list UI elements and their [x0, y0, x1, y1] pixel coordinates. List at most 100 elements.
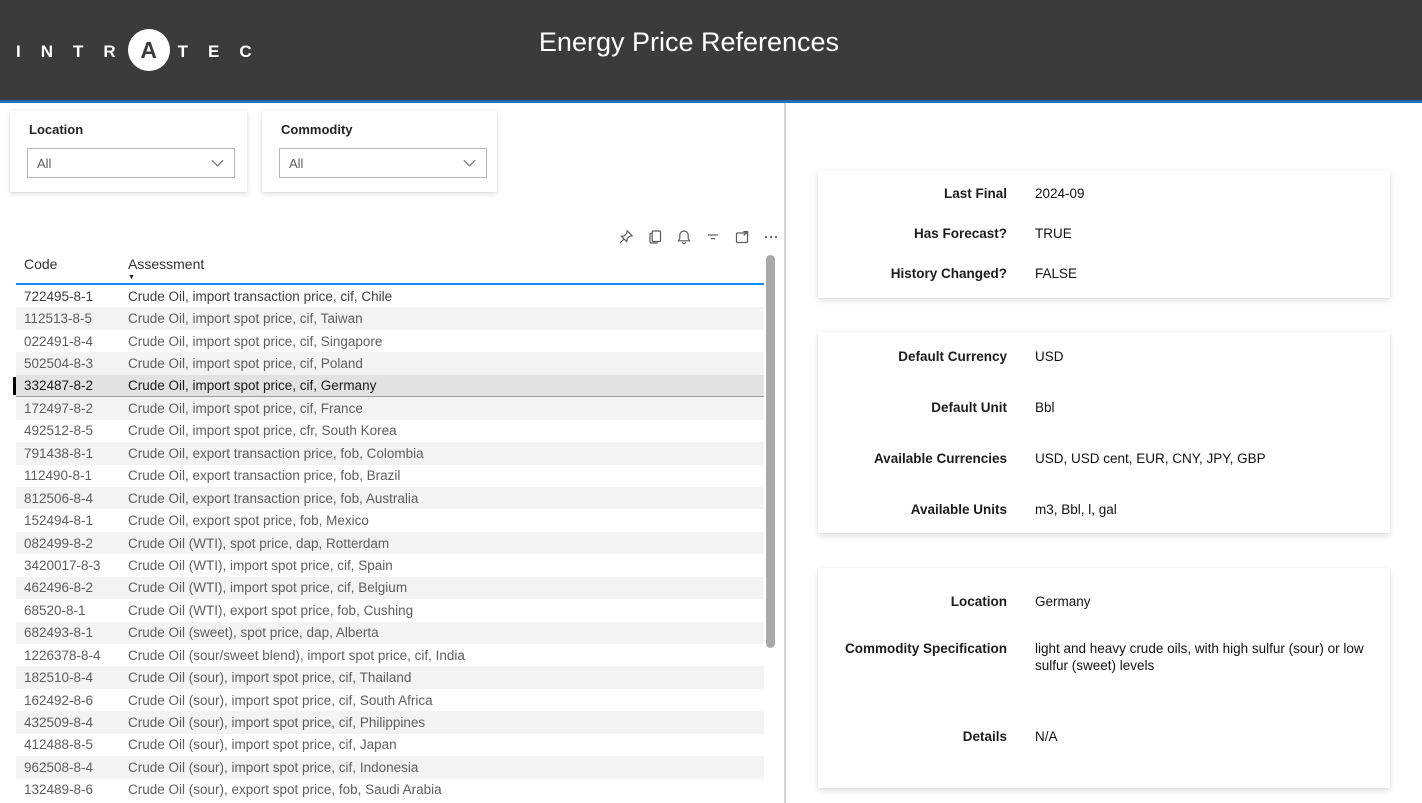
- table-header-row: Code Assessment ▼: [16, 254, 764, 283]
- location-dropdown-value: All: [37, 156, 211, 171]
- code-cell: 162492-8-6: [16, 693, 128, 708]
- assessment-cell: Crude Oil, export transaction price, fob…: [128, 468, 764, 483]
- detail-value: USD: [1035, 348, 1064, 365]
- code-cell: 152494-8-1: [16, 513, 128, 528]
- table-row[interactable]: 502504-8-3Crude Oil, import spot price, …: [16, 352, 764, 374]
- chevron-down-icon: [211, 159, 224, 167]
- app-root: INTR A TEC Energy Price References Locat…: [0, 0, 1422, 803]
- assessment-cell: Crude Oil, import spot price, cif, Singa…: [128, 334, 764, 349]
- table-row[interactable]: 162492-8-6Crude Oil (sour), import spot …: [16, 689, 764, 711]
- detail-row: Default CurrencyUSD: [818, 348, 1390, 365]
- table-scrollbar[interactable]: [766, 255, 775, 648]
- table-row[interactable]: 682493-8-1Crude Oil (sweet), spot price,…: [16, 622, 764, 644]
- assessment-header-label: Assessment: [128, 256, 764, 272]
- pin-icon[interactable]: [617, 229, 634, 246]
- table-row[interactable]: 332487-8-2Crude Oil, import spot price, …: [16, 375, 764, 397]
- detail-row: Last Final2024-09: [818, 185, 1390, 202]
- detail-value: FALSE: [1035, 265, 1077, 282]
- code-cell: 1226378-8-4: [16, 648, 128, 663]
- code-cell: 962508-8-4: [16, 760, 128, 775]
- table-row[interactable]: 172497-8-2Crude Oil, import spot price, …: [16, 397, 764, 419]
- assessment-cell: Crude Oil, export transaction price, fob…: [128, 446, 764, 461]
- table-row[interactable]: 132489-8-6Crude Oil (sour), export spot …: [16, 779, 764, 801]
- table-row[interactable]: 1226378-8-4Crude Oil (sour/sweet blend),…: [16, 644, 764, 666]
- detail-label: Default Unit: [818, 399, 1007, 416]
- table-row[interactable]: 182510-8-4Crude Oil (sour), import spot …: [16, 666, 764, 688]
- detail-label: Available Units: [818, 501, 1007, 518]
- column-header-code[interactable]: Code: [16, 256, 128, 272]
- location-specification-card: LocationGermanyCommodity Specificationli…: [818, 568, 1390, 788]
- table-row[interactable]: 082499-8-2Crude Oil (WTI), spot price, d…: [16, 532, 764, 554]
- currency-unit-card: Default CurrencyUSD Default Unit Bbl Availa…: [818, 332, 1390, 533]
- alert-bell-icon[interactable]: [675, 229, 692, 246]
- code-cell: 172497-8-2: [16, 401, 128, 416]
- assessment-cell: Crude Oil (sour/sweet blend), import spo…: [128, 648, 764, 663]
- table-row[interactable]: 022491-8-4Crude Oil, import spot price, …: [16, 330, 764, 352]
- table-row[interactable]: 112513-8-5Crude Oil, import spot price, …: [16, 307, 764, 329]
- code-cell: 502504-8-3: [16, 356, 128, 371]
- code-cell: 492512-8-5: [16, 423, 128, 438]
- assessment-cell: Crude Oil (WTI), import spot price, cif,…: [128, 558, 764, 573]
- detail-value: light and heavy crude oils, with high su…: [1035, 640, 1387, 674]
- detail-value: Bbl: [1035, 399, 1055, 416]
- detail-row: Has Forecast?TRUE: [818, 225, 1390, 242]
- table-row[interactable]: 812506-8-4Crude Oil, export transaction …: [16, 487, 764, 509]
- detail-row: Default Unit Bbl: [818, 399, 1390, 416]
- table-row[interactable]: 112490-8-1Crude Oil, export transaction …: [16, 465, 764, 487]
- page-title: Energy Price References: [0, 27, 1378, 58]
- table-row[interactable]: 492512-8-5Crude Oil, import spot price, …: [16, 420, 764, 442]
- table-row[interactable]: 432509-8-4Crude Oil (sour), import spot …: [16, 711, 764, 733]
- location-dropdown[interactable]: All: [27, 148, 235, 178]
- detail-row: DetailsN/A: [818, 728, 1390, 745]
- assessment-cell: Crude Oil (sour), import spot price, cif…: [128, 715, 764, 730]
- code-cell: 682493-8-1: [16, 625, 128, 640]
- header-accent-line: [0, 100, 1422, 103]
- table-row[interactable]: 152494-8-1Crude Oil, export spot price, …: [16, 509, 764, 531]
- assessment-cell: Crude Oil, import spot price, cif, Taiwa…: [128, 311, 764, 326]
- assessment-cell: Crude Oil (sweet), spot price, dap, Albe…: [128, 625, 764, 640]
- table-toolbar: [617, 227, 779, 247]
- assessment-cell: Crude Oil, export transaction price, fob…: [128, 491, 764, 506]
- assessment-cell: Crude Oil (sour), import spot price, cif…: [128, 693, 764, 708]
- code-cell: 3420017-8-3: [16, 558, 128, 573]
- copy-icon[interactable]: [646, 229, 663, 246]
- column-header-assessment[interactable]: Assessment ▼: [128, 256, 764, 281]
- detail-label: Last Final: [818, 185, 1007, 202]
- assessment-cell: Crude Oil, import spot price, cif, Polan…: [128, 356, 764, 371]
- detail-label: Location: [818, 593, 1007, 610]
- table-row[interactable]: 462496-8-2Crude Oil (WTI), import spot p…: [16, 577, 764, 599]
- assessment-cell: Crude Oil, import spot price, cif, Germa…: [128, 378, 764, 393]
- code-cell: 112513-8-5: [16, 311, 128, 326]
- assessment-cell: Crude Oil (WTI), spot price, dap, Rotter…: [128, 536, 764, 551]
- table-row[interactable]: 962508-8-4Crude Oil (sour), import spot …: [16, 756, 764, 778]
- detail-value: USD, USD cent, EUR, CNY, JPY, GBP: [1035, 450, 1266, 467]
- focus-mode-icon[interactable]: [733, 229, 750, 246]
- code-cell: 112490-8-1: [16, 468, 128, 483]
- location-filter-card: Location All: [10, 111, 247, 192]
- table-row[interactable]: 722495-8-1Crude Oil, import transaction …: [16, 285, 764, 307]
- detail-value: N/A: [1035, 728, 1058, 745]
- code-cell: 791438-8-1: [16, 446, 128, 461]
- detail-label: History Changed?: [818, 265, 1007, 282]
- assessment-cell: Crude Oil, export spot price, fob, Mexic…: [128, 513, 764, 528]
- pane-divider: [784, 103, 786, 803]
- assessment-cell: Crude Oil (sour), import spot price, cif…: [128, 737, 764, 752]
- more-options-icon[interactable]: [762, 229, 779, 246]
- table-body: 722495-8-1Crude Oil, import transaction …: [16, 285, 764, 801]
- code-cell: 022491-8-4: [16, 334, 128, 349]
- assessment-cell: Crude Oil (sour), export spot price, fob…: [128, 782, 764, 797]
- detail-row: History Changed? FALSE: [818, 265, 1390, 282]
- table-row[interactable]: 412488-8-5Crude Oil (sour), import spot …: [16, 734, 764, 756]
- code-cell: 432509-8-4: [16, 715, 128, 730]
- detail-value: m3, Bbl, l, gal: [1035, 501, 1117, 518]
- filter-icon[interactable]: [704, 229, 721, 246]
- assessment-cell: Crude Oil, import spot price, cif, Franc…: [128, 401, 764, 416]
- detail-label: Available Currencies: [818, 450, 1007, 467]
- code-cell: 68520-8-1: [16, 603, 128, 618]
- commodity-dropdown[interactable]: All: [279, 148, 487, 178]
- table-row[interactable]: 68520-8-1Crude Oil (WTI), export spot pr…: [16, 599, 764, 621]
- table-row[interactable]: 791438-8-1Crude Oil, export transaction …: [16, 442, 764, 464]
- code-cell: 462496-8-2: [16, 580, 128, 595]
- commodity-dropdown-value: All: [289, 156, 463, 171]
- table-row[interactable]: 3420017-8-3Crude Oil (WTI), import spot …: [16, 554, 764, 576]
